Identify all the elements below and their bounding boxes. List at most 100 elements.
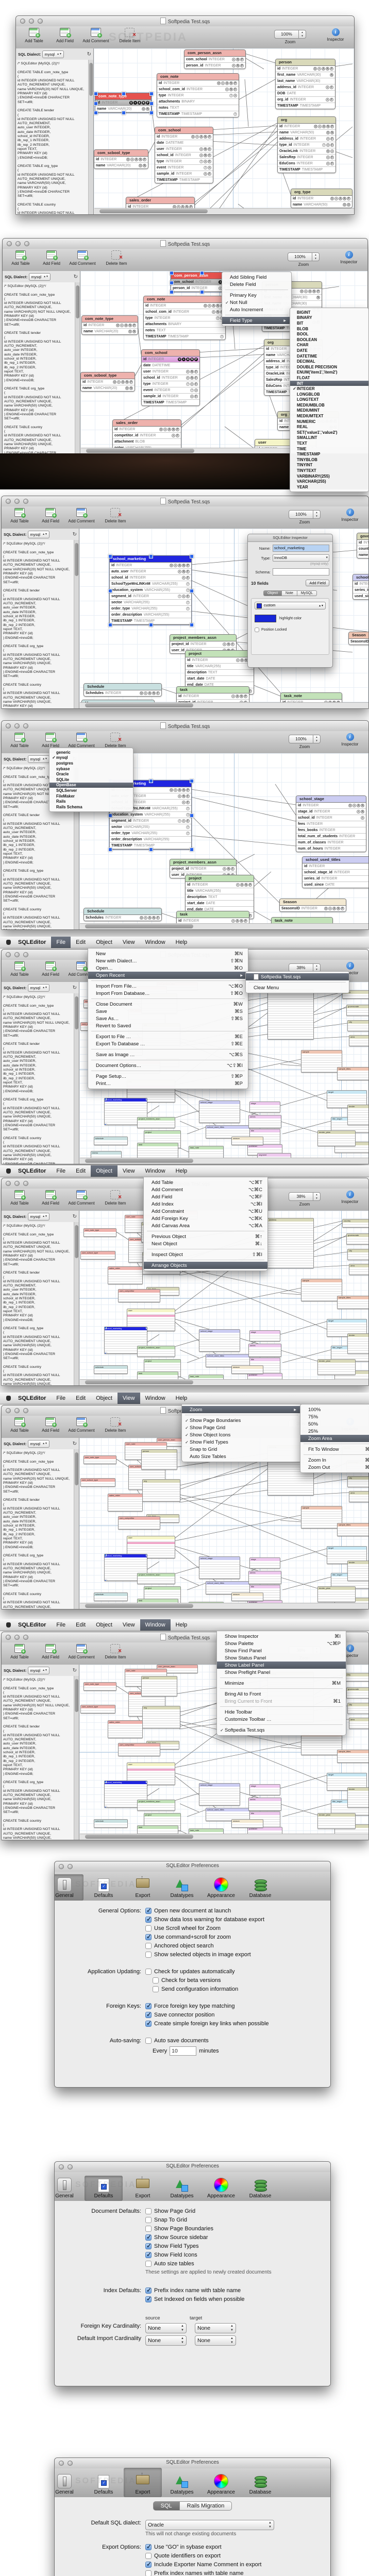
er-field-row-used-since[interactable]: used_sinceDATE <box>353 594 368 599</box>
selection-handle[interactable] <box>149 101 154 106</box>
menu-item-75[interactable]: 75% <box>300 1413 369 1420</box>
selection-handle[interactable] <box>94 111 98 115</box>
selection-handle[interactable] <box>200 271 204 275</box>
prefs-tab-database[interactable]: Database <box>241 2472 279 2497</box>
menu-bar-item-object[interactable]: Object <box>91 937 118 948</box>
tab-sql[interactable]: SQL <box>153 2501 180 2511</box>
mini-table-stage[interactable]: stage <box>249 1557 280 1569</box>
er-field-row-school-stage-id[interactable]: school_stage_idINTEGER <box>303 870 368 876</box>
checkbox-open-new-document-at-launch[interactable] <box>145 1908 152 1914</box>
er-table-season[interactable]: SeasonSeasonsIDINTEGERU+ANP <box>348 632 368 645</box>
selection-handle[interactable] <box>108 589 112 593</box>
mini-table-season[interactable]: season <box>231 1137 263 1145</box>
er-table-school-marketing[interactable]: school_marketingidINTEGERU+ANPauto_userI… <box>109 555 192 625</box>
default-sql-dialect-popup[interactable]: Oracle▲ ▼ <box>145 2520 274 2530</box>
mini-table-project-members-assn[interactable]: project_members_assn <box>137 1117 175 1128</box>
checkbox-use-go-in-sybase-export[interactable] <box>145 2544 152 2550</box>
mini-table-tender[interactable]: tender <box>347 1787 368 1808</box>
er-field-row-com-school[interactable]: com_schoolINTEGER+NP <box>184 57 245 63</box>
menu-item-export-to-file[interactable]: Export to File …⌘E <box>88 1033 248 1040</box>
checkbox-set-indexed-on-fields-when-possible[interactable] <box>145 2296 152 2302</box>
er-field-row-title[interactable]: titleVARCHAR(255) <box>186 664 254 670</box>
mini-table-com-note-type[interactable]: com_note_type <box>83 1228 116 1237</box>
inspector-button[interactable]: i <box>346 1191 354 1198</box>
er-field-row-timestamp[interactable]: TIMESTAMPTIMESTAMP <box>278 167 336 173</box>
er-table-com-school[interactable]: com_schoolidINTEGERU+ANPdateDATETIMEuser… <box>141 349 200 406</box>
toolbar-button-add-field[interactable]: +Add Field <box>36 508 65 523</box>
toolbar-button-add-table[interactable]: +Add Table <box>5 733 35 748</box>
mini-table-area[interactable]: area <box>349 1035 368 1046</box>
menu-item-add-sibling-field[interactable]: Add Sibling Field <box>222 274 291 281</box>
menu-item-add-table[interactable]: Add Table⌥⌘T <box>144 1179 267 1186</box>
toolbar-button-add-table[interactable]: +Add Table <box>5 1644 35 1659</box>
toolbar-button-add-field[interactable]: +Add Field <box>37 250 66 266</box>
er-field-row-event[interactable]: eventINTEGER?+ <box>155 165 213 171</box>
mini-table-task[interactable]: task <box>137 1371 178 1380</box>
menu-item-25[interactable]: 25% <box>300 1428 369 1435</box>
er-field-row-id[interactable]: idINTEGERU+AN <box>296 803 366 809</box>
menu-item-time[interactable]: TIME <box>290 446 368 452</box>
er-field-row-name[interactable]: nameVARCHAR(20)UN <box>82 329 138 334</box>
mini-table-com-school-type[interactable]: com_school_type <box>80 1251 115 1260</box>
er-field-row-num-of-classes[interactable]: num_of_classesINTEGER <box>296 840 366 846</box>
er-field-row-description[interactable]: descriptionTEXT <box>186 894 254 901</box>
menu-item-bring-current-to-front[interactable]: Bring Current to Front⌘1 <box>217 1698 346 1705</box>
er-field-row-id[interactable]: idINTEGER+ANP <box>186 882 254 888</box>
apple-menu-icon[interactable] <box>6 1622 11 1628</box>
checkbox-show-data-loss-warning-for-database-export[interactable] <box>145 1917 152 1923</box>
mini-table-city[interactable]: city <box>347 1020 368 1031</box>
mini-table-school-stage[interactable]: school_stage <box>199 1329 240 1352</box>
menu-item-show-field-types[interactable]: ✓Show Field Types <box>182 1438 301 1446</box>
toolbar-button-add-field[interactable]: +Add Field <box>36 961 65 977</box>
menu-item-sqlserver[interactable]: SQLServer <box>49 788 133 793</box>
er-field-row-notes[interactable]: notesTEXT <box>157 105 239 111</box>
er-field-row-title[interactable]: titleVARCHAR(255) <box>186 888 254 894</box>
mini-table-city[interactable]: city <box>347 1476 368 1487</box>
selection-handle[interactable] <box>149 779 153 783</box>
selection-handle[interactable] <box>149 848 153 852</box>
zoom-stepper-arrows[interactable]: ▲▼ <box>313 964 320 972</box>
er-field-row-school-id[interactable]: school_idINTEGER+F <box>110 575 191 581</box>
menu-item-export-to-database[interactable]: Export To Database …⇧⌘E <box>88 1040 248 1047</box>
mini-table-country[interactable]: country <box>342 1219 368 1228</box>
add-field-button[interactable]: Add Field <box>306 580 329 586</box>
schema-field[interactable] <box>273 568 329 575</box>
er-table-task-note[interactable]: task_noteidINTEGER+ANPtask_idINTEGER+Fno… <box>280 692 342 703</box>
er-field-row-num-of-hours[interactable]: num_of_hoursINTEGER <box>296 846 366 852</box>
inspector-tab-note[interactable]: Note <box>282 590 297 596</box>
er-field-row-dob[interactable]: DOBDATE <box>276 91 335 97</box>
er-field-row-education-system[interactable]: education_systemVARCHAR(255)? <box>110 812 191 818</box>
toolbar-button-add-comment[interactable]: +Add Comment <box>68 250 97 266</box>
menu-item-auto-increment[interactable]: Auto Increment <box>222 306 291 313</box>
mini-table-school-stage[interactable]: school_stage <box>199 1100 240 1123</box>
menu-item-add-canvas-area[interactable]: Add Canvas Area⌥⌘A <box>144 1222 267 1229</box>
mini-table-stage[interactable]: stage <box>249 1330 280 1342</box>
diagram-canvas[interactable]: com_person_assncom_schoolINTEGER+NPperso… <box>94 48 354 209</box>
menu-item-save-as-image[interactable]: Save as Image …⌥⌘S <box>88 1051 248 1058</box>
sql-dialect-popup[interactable]: mysql▲▼ <box>28 531 49 538</box>
checkbox-include-exporter-name-comment-in-export[interactable] <box>145 2562 152 2568</box>
er-field-row-timestamp[interactable]: TIMESTAMPTIMESTAMP <box>276 103 335 109</box>
canvas-scrollbar[interactable] <box>80 702 368 708</box>
checkbox-use-scroll-wheel-for-zoom[interactable] <box>145 1925 152 1931</box>
er-table-com-person-assn[interactable]: com_person_assncom_schoolINTEGER+NPperso… <box>184 49 246 69</box>
menu-item-add-comment[interactable]: Add Comment⌥⌘C <box>144 1186 267 1193</box>
er-field-row-school-id[interactable]: school_idINTEGER+NF <box>155 152 213 159</box>
scrollbar-thumb[interactable] <box>89 63 93 96</box>
menu-item-save-as[interactable]: Save As…⇧⌘S <box>88 1015 248 1022</box>
selection-handle[interactable] <box>200 290 204 294</box>
er-field-row-name[interactable]: nameVARCHAR(50)UN <box>278 130 336 136</box>
er-field-row-id[interactable]: idINTEGERU+ANP <box>157 80 239 87</box>
mini-table-area[interactable]: area <box>349 1264 368 1275</box>
inspector-button[interactable]: i <box>345 251 353 259</box>
zoom-stepper-arrows[interactable]: ▲▼ <box>313 1193 320 1200</box>
er-field-row-address-id[interactable]: address_idINTEGER+F <box>276 84 335 91</box>
cardinality-source-popup[interactable]: None▲ ▼ <box>145 2335 187 2346</box>
mini-table-series[interactable]: series <box>248 1571 281 1584</box>
menu-item-import-from-database[interactable]: Import From Database…⇧⌘O <box>88 990 248 997</box>
er-field-row-total-num-of-students[interactable]: total_num_of_studentsINTEGER <box>296 834 366 840</box>
selection-handle[interactable] <box>149 92 154 96</box>
toolbar-button-add-table[interactable]: +Add Table <box>19 28 49 43</box>
er-table-sales-order[interactable]: sales_orderidINTEGERU+ANPcompetitor_idIN… <box>112 419 181 448</box>
er-field-row-id[interactable]: idINTEGER+ANP <box>177 693 249 700</box>
